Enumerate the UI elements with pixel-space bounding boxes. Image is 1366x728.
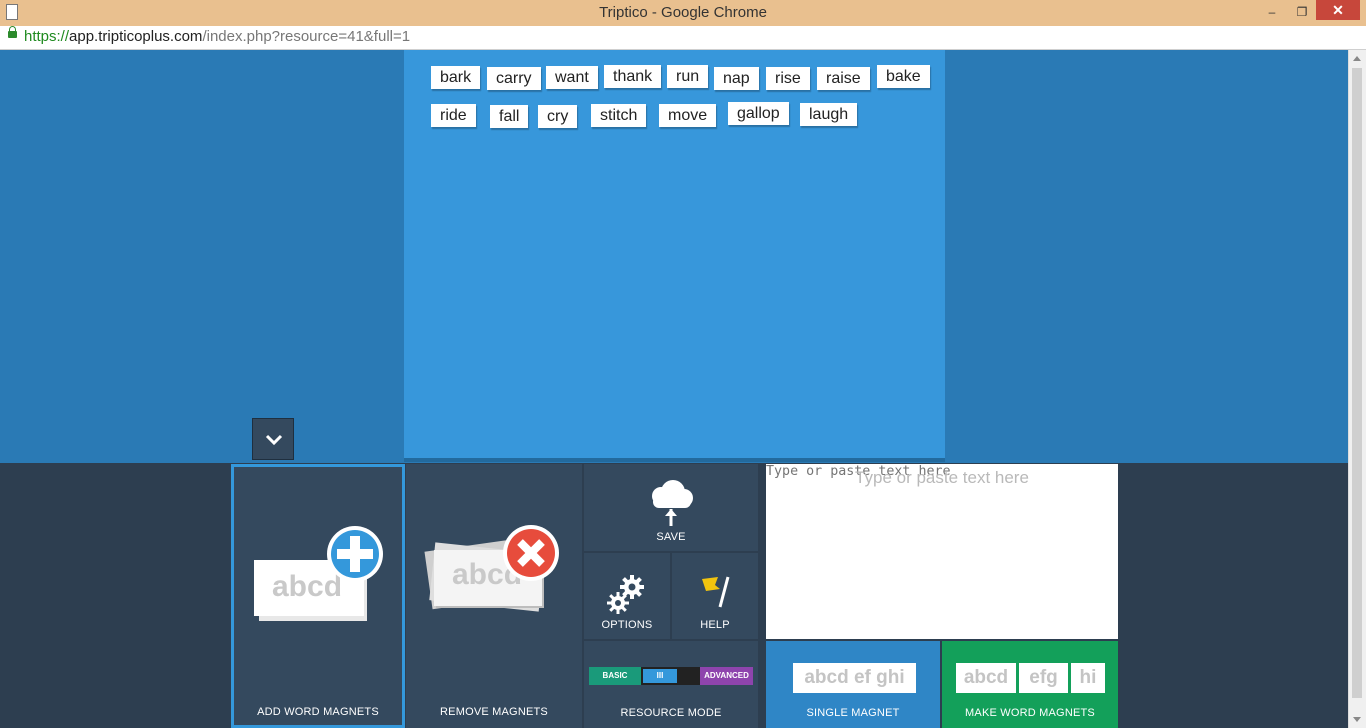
word-magnet[interactable]: stitch: [591, 104, 647, 127]
word-magnet[interactable]: cry: [538, 105, 578, 128]
cloud-upload-icon: [652, 480, 693, 526]
word-magnet[interactable]: laugh: [800, 103, 858, 126]
word-magnet[interactable]: thank: [604, 65, 662, 88]
save-button[interactable]: SAVE: [584, 464, 758, 551]
gears-icon: [607, 575, 644, 614]
scroll-down-icon[interactable]: [1353, 717, 1361, 722]
resource-mode-control: BASIC III ADVANCED RESOURCE MODE: [584, 641, 758, 728]
word-magnet[interactable]: want: [546, 66, 598, 89]
scroll-up-icon[interactable]: [1353, 56, 1361, 61]
mode-basic-button[interactable]: BASIC: [589, 667, 641, 685]
page-scrollbar[interactable]: [1348, 50, 1366, 728]
scrollbar-thumb[interactable]: [1352, 68, 1362, 698]
close-window-button[interactable]: ✕: [1316, 0, 1360, 20]
collapse-toolbar-button[interactable]: [252, 418, 294, 460]
url-host: app.tripticoplus.com: [69, 28, 203, 45]
word-card-1: abcd: [956, 663, 1016, 693]
help-button[interactable]: HELP: [672, 553, 758, 639]
save-label: SAVE: [656, 531, 686, 543]
url-path: /index.php?resource=41&full=1: [202, 28, 411, 45]
word-card-3: hi: [1071, 663, 1105, 693]
add-word-magnets-label: ADD WORD MAGNETS: [257, 706, 379, 718]
lock-icon: [8, 26, 17, 38]
word-magnet[interactable]: gallop: [728, 102, 789, 125]
flag-icon: [702, 576, 730, 608]
options-label: OPTIONS: [601, 619, 653, 631]
make-word-magnets-label: MAKE WORD MAGNETS: [965, 707, 1095, 719]
chevron-down-icon: [265, 434, 283, 446]
word-magnet[interactable]: bake: [877, 65, 930, 88]
word-magnet[interactable]: move: [659, 104, 717, 127]
window-title: Triptico - Google Chrome: [599, 4, 767, 21]
word-magnet[interactable]: carry: [487, 67, 541, 90]
minimize-button[interactable]: –: [1260, 3, 1284, 21]
single-magnet-label: SINGLE MAGNET: [806, 707, 900, 719]
resource-mode-label: RESOURCE MODE: [620, 707, 722, 719]
remove-magnets-label: REMOVE MAGNETS: [440, 706, 548, 718]
plus-circle-icon: [327, 526, 383, 582]
single-magnet-card: abcd ef ghi: [793, 663, 916, 693]
add-word-magnets-button[interactable]: abcd ADD WORD MAGNETS: [231, 464, 405, 728]
text-input-area[interactable]: [766, 464, 1118, 639]
word-magnet[interactable]: fall: [490, 105, 529, 128]
word-magnet[interactable]: bark: [431, 66, 481, 89]
remove-magnets-button[interactable]: abcd REMOVE MAGNETS: [406, 464, 582, 728]
help-label: HELP: [700, 619, 730, 631]
address-bar[interactable]: https://app.tripticoplus.com/index.php?r…: [0, 26, 1366, 50]
mode-slider-handle[interactable]: III: [643, 669, 677, 683]
mode-advanced-button[interactable]: ADVANCED: [700, 667, 753, 685]
window-title-bar: Triptico - Google Chrome – ❐ ✕: [0, 0, 1366, 26]
word-magnet[interactable]: ride: [431, 104, 476, 127]
mode-slider-track[interactable]: III: [641, 667, 700, 685]
word-magnet[interactable]: nap: [714, 67, 759, 90]
x-circle-icon: [503, 525, 559, 581]
url-text[interactable]: https://app.tripticoplus.com/index.php?r…: [24, 28, 410, 45]
single-magnet-button[interactable]: abcd ef ghi SINGLE MAGNET: [766, 641, 940, 728]
word-card-2: efg: [1019, 663, 1068, 693]
restore-button[interactable]: ❐: [1290, 3, 1314, 21]
word-magnet[interactable]: run: [667, 65, 709, 88]
word-magnet[interactable]: raise: [817, 67, 870, 90]
word-magnet[interactable]: rise: [766, 67, 810, 90]
make-word-magnets-button[interactable]: abcd efg hi MAKE WORD MAGNETS: [942, 641, 1118, 728]
magnet-board[interactable]: bark carry want thank run nap rise raise bake rid…: [404, 50, 945, 462]
options-button[interactable]: OPTIONS: [584, 553, 670, 639]
url-scheme: https://: [24, 28, 70, 45]
